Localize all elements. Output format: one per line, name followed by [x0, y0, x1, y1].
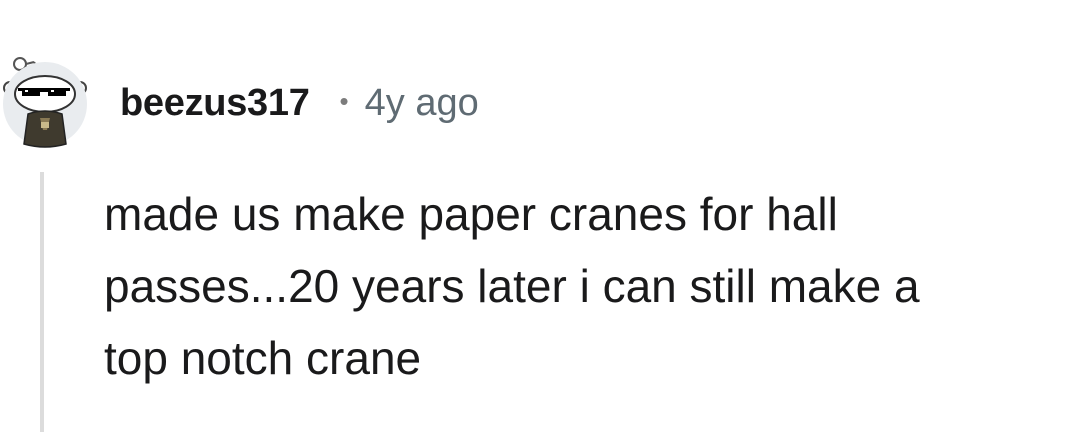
- comment-text-line: top notch crane: [104, 332, 422, 384]
- user-avatar[interactable]: [0, 56, 90, 148]
- comment-text-line: passes...20 years later i can still make…: [104, 260, 920, 312]
- comment-timestamp: 4y ago: [364, 81, 479, 124]
- comment-text-line: made us make paper cranes for hall: [104, 188, 838, 240]
- username-link[interactable]: beezus317: [120, 82, 310, 125]
- comment-body: made us make paper cranes for hall passe…: [104, 178, 1064, 394]
- separator-dot: •: [339, 85, 349, 116]
- thread-collapse-line[interactable]: [40, 172, 44, 432]
- comment-header: beezus317 • 4y ago: [120, 78, 479, 128]
- snoo-sunglasses-icon: [3, 57, 87, 148]
